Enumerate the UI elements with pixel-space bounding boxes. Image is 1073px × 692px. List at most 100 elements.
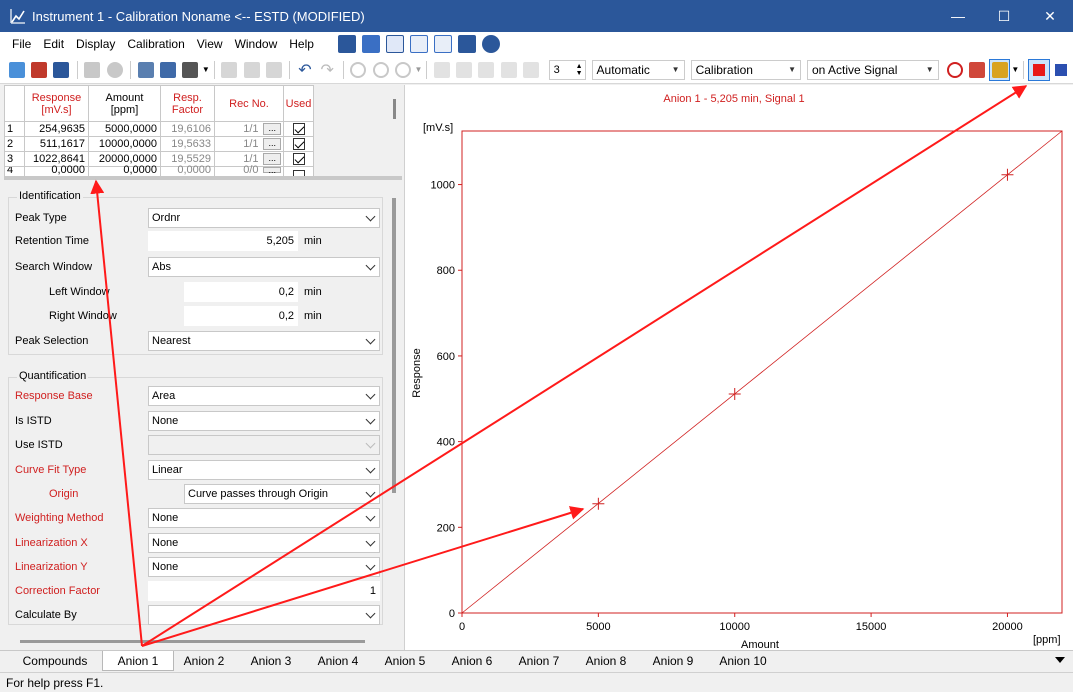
filter-dropdown-icon[interactable]: ▼ xyxy=(1011,65,1019,74)
right-window-input[interactable]: 0,2 xyxy=(184,306,298,326)
print-button[interactable] xyxy=(180,59,201,81)
used-checkbox[interactable] xyxy=(292,138,305,151)
chart-panel[interactable]: Anion 1 - 5,205 min, Signal 1 [mV.s] [pp… xyxy=(405,85,1073,651)
column-header-response[interactable]: Response [mV.s] xyxy=(24,85,89,122)
correction-input[interactable]: 1 xyxy=(148,581,380,601)
used-checkbox[interactable] xyxy=(292,153,305,166)
mode-select[interactable]: Automatic ▼ xyxy=(591,59,685,80)
zoom-dropdown-icon[interactable]: ▼ xyxy=(415,65,423,74)
signal-select[interactable]: on Active Signal ▼ xyxy=(806,59,939,80)
menu-view[interactable]: View xyxy=(191,37,229,51)
folder-button[interactable] xyxy=(82,59,103,81)
table-scrollbar[interactable] xyxy=(393,99,396,119)
lin-y-select[interactable]: None xyxy=(148,557,380,577)
save-button[interactable] xyxy=(50,59,71,81)
tab-anion-9[interactable]: Anion 9 xyxy=(643,651,703,671)
cell-amount[interactable]: 5000,0000 xyxy=(88,121,161,137)
tab-anion-8[interactable]: Anion 8 xyxy=(576,651,636,671)
form-vertical-scrollbar[interactable] xyxy=(392,198,396,493)
rec-browse-button[interactable]: ... xyxy=(263,153,282,166)
stop-circle-icon[interactable] xyxy=(481,35,500,53)
blue-color-button[interactable] xyxy=(1051,59,1072,81)
peak-tool-2-button[interactable] xyxy=(454,59,475,81)
tab-anion-2[interactable]: Anion 2 xyxy=(174,651,234,671)
level-spinner[interactable]: 3 ▲ ▼ xyxy=(548,59,586,80)
rec-browse-button[interactable]: ... xyxy=(263,138,282,151)
print-dropdown-icon[interactable]: ▼ xyxy=(202,65,210,74)
tabs-more-icon[interactable] xyxy=(1055,657,1065,663)
column-header-rec[interactable]: Rec No. xyxy=(214,85,284,122)
lin-x-select[interactable]: None xyxy=(148,533,380,553)
tab-anion-5[interactable]: Anion 5 xyxy=(375,651,435,671)
tab-anion-1[interactable]: Anion 1 xyxy=(102,651,174,671)
tab-anion-10[interactable]: Anion 10 xyxy=(710,651,776,671)
response-base-select[interactable]: Area xyxy=(148,386,380,406)
close-button[interactable]: ✕ xyxy=(1027,0,1073,32)
peak-tool-3-button[interactable] xyxy=(476,59,497,81)
peak-tool-4-button[interactable] xyxy=(498,59,519,81)
panel-splitter[interactable] xyxy=(4,176,402,180)
calibration-icon[interactable] xyxy=(361,35,380,53)
is-istd-select[interactable]: None xyxy=(148,411,380,431)
menu-help[interactable]: Help xyxy=(283,37,320,51)
calibration-chart[interactable]: Anion 1 - 5,205 min, Signal 1 [mV.s] [pp… xyxy=(405,85,1073,651)
export-button[interactable] xyxy=(967,59,988,81)
retention-input[interactable]: 5,205 xyxy=(148,231,298,251)
filter-button[interactable] xyxy=(989,58,1011,81)
menu-calibration[interactable]: Calibration xyxy=(121,37,190,51)
preview-button[interactable] xyxy=(157,59,178,81)
cell-response[interactable]: 511,1617 xyxy=(24,136,89,152)
column-header-factor[interactable]: Resp. Factor xyxy=(160,85,215,122)
peak-tool-5-button[interactable] xyxy=(520,59,541,81)
cell-amount[interactable]: 10000,0000 xyxy=(88,136,161,152)
column-header-used[interactable]: Used xyxy=(283,85,314,122)
new-button[interactable] xyxy=(6,59,27,81)
copy-button[interactable] xyxy=(241,59,262,81)
cell-response[interactable]: 254,9635 xyxy=(24,121,89,137)
peak-selection-select[interactable]: Nearest xyxy=(148,331,380,351)
rec-browse-button[interactable]: ... xyxy=(263,123,282,136)
instrument-icon[interactable] xyxy=(385,35,404,53)
zoom-in-button[interactable] xyxy=(348,59,369,81)
search-window-select[interactable]: Abs xyxy=(148,257,380,277)
paste-button[interactable] xyxy=(263,59,284,81)
calc-by-select[interactable] xyxy=(148,605,380,625)
used-checkbox[interactable] xyxy=(292,123,305,136)
left-window-input[interactable]: 0,2 xyxy=(184,282,298,302)
tab-compounds[interactable]: Compounds xyxy=(8,651,102,671)
sample-icon[interactable] xyxy=(409,35,428,53)
origin-select[interactable]: Curve passes through Origin xyxy=(184,484,380,504)
menu-file[interactable]: File xyxy=(6,37,37,51)
menu-window[interactable]: Window xyxy=(229,37,284,51)
redo-button[interactable]: ↷ xyxy=(317,59,338,81)
maximize-button[interactable]: ☐ xyxy=(981,0,1027,32)
report-button[interactable] xyxy=(135,59,156,81)
weighting-select[interactable]: None xyxy=(148,508,380,528)
curve-fit-select[interactable]: Linear xyxy=(148,460,380,480)
table-row[interactable]: 1 254,9635 5000,0000 19,6106 1/1 ... xyxy=(4,121,314,137)
table-row[interactable]: 2 511,1617 10000,0000 19,5633 1/1 ... xyxy=(4,136,314,152)
tab-anion-7[interactable]: Anion 7 xyxy=(509,651,569,671)
cancel-button[interactable] xyxy=(104,59,125,81)
menu-display[interactable]: Display xyxy=(70,37,121,51)
form-horizontal-scrollbar[interactable] xyxy=(20,640,365,643)
red-color-button[interactable] xyxy=(1028,58,1050,81)
view-select[interactable]: Calibration ▼ xyxy=(690,59,801,80)
minimize-button[interactable]: — xyxy=(935,0,981,32)
menu-edit[interactable]: Edit xyxy=(37,37,70,51)
peak-type-select[interactable]: Ordnr xyxy=(148,208,380,228)
column-header-amount[interactable]: Amount [ppm] xyxy=(88,85,161,122)
open-button[interactable] xyxy=(28,59,49,81)
curve-button[interactable] xyxy=(945,59,966,81)
graph-icon[interactable] xyxy=(457,35,476,53)
cut-button[interactable] xyxy=(219,59,240,81)
peak-tool-1-button[interactable] xyxy=(431,59,452,81)
zoom-button[interactable] xyxy=(392,59,413,81)
spinner-arrows-icon[interactable]: ▲ ▼ xyxy=(576,63,583,77)
tab-anion-6[interactable]: Anion 6 xyxy=(442,651,502,671)
tab-anion-4[interactable]: Anion 4 xyxy=(308,651,368,671)
method-icon[interactable] xyxy=(337,35,356,53)
rec-browse-button[interactable]: ... xyxy=(263,166,282,175)
zoom-out-button[interactable] xyxy=(370,59,391,81)
sequence-icon[interactable] xyxy=(433,35,452,53)
